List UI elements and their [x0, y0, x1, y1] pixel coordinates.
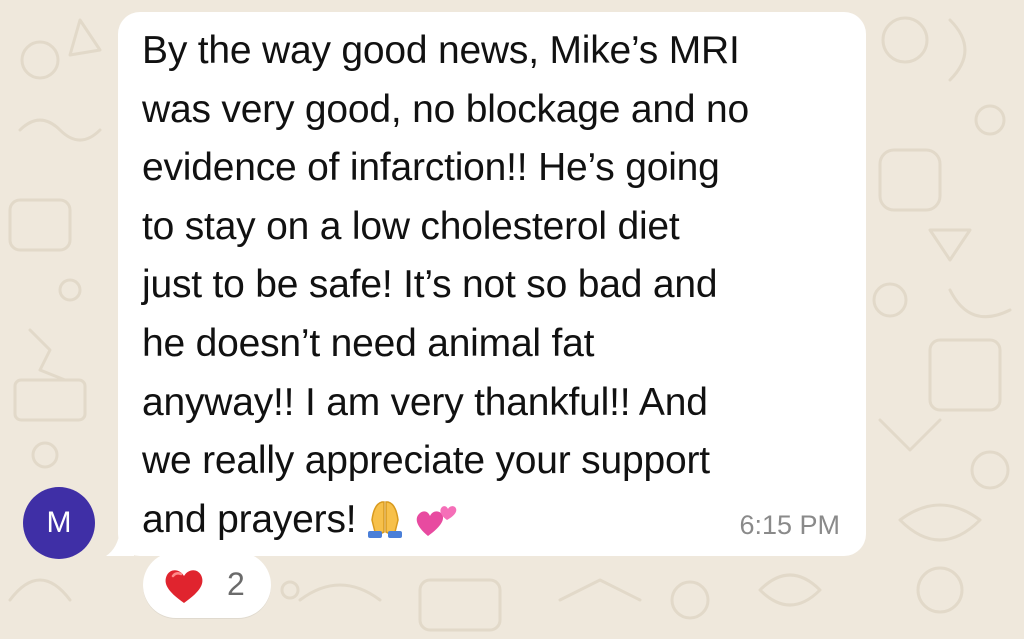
red-heart-icon: [165, 570, 203, 603]
reaction-count: 2: [227, 566, 245, 602]
message-line: to stay on a low cholesterol diet: [142, 204, 680, 248]
message-timestamp: 6:15 PM: [739, 510, 840, 540]
message-line: just to be safe! It’s not so bad and: [142, 263, 718, 307]
message-text: By the way good news, Mike’s MRI was very…: [142, 22, 842, 549]
message-line: evidence of infarction!! He’s going: [142, 146, 720, 190]
two-hearts-icon: [417, 505, 457, 536]
folded-hands-icon: [368, 501, 403, 538]
message-line: he doesn’t need animal fat: [142, 321, 595, 365]
sender-avatar[interactable]: M: [23, 487, 95, 559]
message-line: was very good, no blockage and no: [142, 87, 749, 131]
message-line: By the way good news, Mike’s MRI: [142, 29, 740, 72]
message-line: and prayers!: [142, 497, 357, 541]
message-line: anyway!! I am very thankful!! And: [142, 380, 708, 424]
reaction-badge[interactable]: 2: [143, 552, 271, 618]
message-line: we really appreciate your support: [142, 439, 710, 483]
